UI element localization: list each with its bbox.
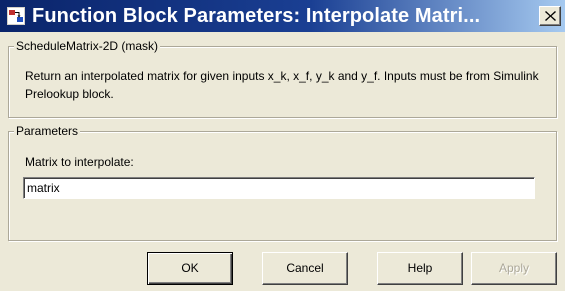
parameters-group: Parameters Matrix to interpolate: bbox=[8, 124, 557, 241]
matrix-to-interpolate-input[interactable] bbox=[23, 177, 535, 199]
ok-button[interactable]: OK bbox=[147, 252, 233, 285]
simulink-block-icon bbox=[7, 7, 25, 25]
apply-button[interactable]: Apply bbox=[471, 252, 557, 285]
parameters-group-label: Parameters bbox=[14, 124, 81, 138]
mask-description-text: Return an interpolated matrix for given … bbox=[25, 69, 539, 101]
mask-group-label: ScheduleMatrix-2D (mask) bbox=[14, 39, 161, 53]
mask-description-group: ScheduleMatrix-2D (mask) Return an inter… bbox=[8, 39, 557, 118]
title-bar[interactable]: Function Block Parameters: Interpolate M… bbox=[0, 0, 565, 32]
window-title: Function Block Parameters: Interpolate M… bbox=[32, 5, 481, 27]
matrix-field-label: Matrix to interpolate: bbox=[25, 155, 134, 169]
close-button[interactable] bbox=[539, 6, 561, 26]
cancel-button[interactable]: Cancel bbox=[262, 252, 348, 285]
close-icon bbox=[545, 11, 556, 21]
dialog-window: Function Block Parameters: Interpolate M… bbox=[0, 0, 565, 291]
help-button[interactable]: Help bbox=[377, 252, 463, 285]
